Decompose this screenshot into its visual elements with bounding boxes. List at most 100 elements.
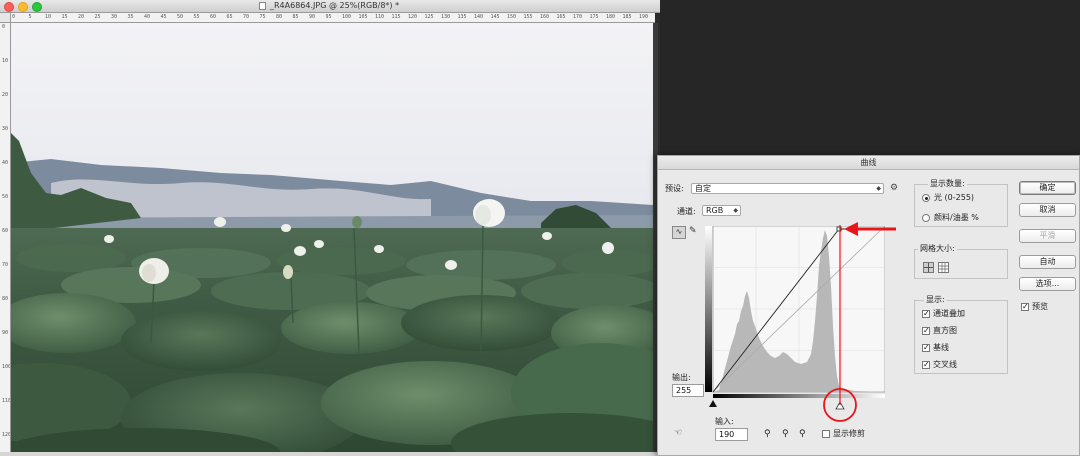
preset-options-gear-icon[interactable]: ⚙ <box>890 183 898 193</box>
white-point-eyedropper-icon[interactable]: ⚲ <box>799 429 806 439</box>
ruler-h-label: 130 <box>441 14 451 20</box>
ruler-origin[interactable] <box>0 13 11 23</box>
input-label: 输入: <box>715 417 734 426</box>
ruler-v-label: 20 <box>2 92 9 98</box>
ruler-v-label: 110 <box>2 398 11 404</box>
ruler-h-label: 170 <box>573 14 583 20</box>
output-field[interactable]: 255 <box>672 384 704 397</box>
output-label: 输出: <box>672 373 691 382</box>
ruler-v-label: 40 <box>2 160 9 166</box>
document-titlebar[interactable]: _R4A6864.JPG @ 25%(RGB/8*) * <box>0 0 660 13</box>
light-radio[interactable] <box>922 194 930 202</box>
ruler-v-label: 60 <box>2 228 9 234</box>
pigment-radio[interactable] <box>922 214 930 222</box>
ruler-h-label: 10 <box>45 14 52 20</box>
targeted-adjustment-icon[interactable]: ☜ <box>674 428 682 438</box>
pigment-option-label: 颜料/油墨 % <box>934 213 979 222</box>
ruler-h-label: 125 <box>424 14 434 20</box>
pencil-draw-icon[interactable]: ✎ <box>689 226 697 236</box>
ruler-h-label: 145 <box>490 14 500 20</box>
ruler-h-label: 180 <box>606 14 616 20</box>
preset-label: 预设: <box>665 184 684 193</box>
edit-points-curve-icon[interactable]: ∿ <box>672 226 686 239</box>
intersection-line-checkbox[interactable]: ✓ <box>922 361 930 369</box>
cancel-button[interactable]: 取消 <box>1019 203 1076 217</box>
ruler-h-label: 15 <box>61 14 68 20</box>
show-options-title: 显示: <box>924 295 947 305</box>
select-arrows-icon: ◆ <box>876 185 881 192</box>
input-field[interactable]: 190 <box>715 428 748 441</box>
zoom-window-button[interactable] <box>32 2 42 12</box>
ruler-h-label: 40 <box>144 14 151 20</box>
preset-select[interactable]: 自定 ◆ <box>691 183 884 194</box>
ruler-h-label: 95 <box>325 14 332 20</box>
grid-size-title: 网格大小: <box>918 244 957 254</box>
ruler-v-label: 80 <box>2 296 9 302</box>
preview-label: 预览 <box>1032 302 1048 311</box>
preset-value: 自定 <box>695 184 711 193</box>
ruler-h-label: 190 <box>639 14 649 20</box>
ruler-h-label: 160 <box>540 14 550 20</box>
ruler-h-label: 60 <box>210 14 217 20</box>
ruler-h-label: 85 <box>292 14 299 20</box>
channel-label: 通道: <box>677 207 696 216</box>
black-point-slider-icon[interactable] <box>709 400 717 407</box>
document-icon <box>259 2 266 10</box>
image-canvas[interactable] <box>11 23 653 452</box>
ruler-v-label: 50 <box>2 194 9 200</box>
ok-button[interactable]: 确定 <box>1019 181 1076 195</box>
ruler-h-label: 70 <box>243 14 250 20</box>
ruler-h-label: 0 <box>12 14 16 20</box>
simple-grid-icon[interactable] <box>923 262 934 273</box>
baseline-checkbox[interactable]: ✓ <box>922 344 930 352</box>
ruler-h-label: 135 <box>457 14 467 20</box>
baseline-label: 基线 <box>933 343 949 352</box>
red-annotation-overlay <box>823 222 896 422</box>
channel-overlay-checkbox[interactable]: ✓ <box>922 310 930 318</box>
gray-point-eyedropper-icon[interactable]: ⚲ <box>782 429 789 439</box>
detailed-grid-glyph <box>939 263 948 272</box>
ruler-h-label: 175 <box>589 14 599 20</box>
document-window: _R4A6864.JPG @ 25%(RGB/8*) * 0 5 10 15 20 25 3… <box>0 0 660 456</box>
ruler-h-label: 165 <box>556 14 566 20</box>
preview-checkbox[interactable]: ✓ <box>1021 303 1029 311</box>
auto-button[interactable]: 自动 <box>1019 255 1076 269</box>
ruler-v-label: 70 <box>2 262 9 268</box>
ruler-v-label: 100 <box>2 364 11 370</box>
ruler-v-label: 0 <box>2 24 6 30</box>
ruler-h-label: 115 <box>391 14 401 20</box>
channel-select[interactable]: RGB ◆ <box>702 205 741 216</box>
show-clipping-checkbox[interactable] <box>822 430 830 438</box>
horizontal-ruler[interactable]: 0 5 10 15 20 25 30 35 40 45 50 55 60 65 70 75 80 85 90 95 10… <box>10 13 655 23</box>
options-button[interactable]: 选项... <box>1019 277 1076 291</box>
ruler-h-label: 140 <box>474 14 484 20</box>
ruler-h-label: 45 <box>160 14 167 20</box>
ruler-h-label: 5 <box>28 14 32 20</box>
curves-dialog-titlebar[interactable]: 曲线 <box>658 156 1079 170</box>
detailed-grid-icon[interactable] <box>938 262 949 273</box>
close-window-button[interactable] <box>4 2 14 12</box>
ruler-h-label: 80 <box>276 14 283 20</box>
ruler-h-label: 100 <box>342 14 352 20</box>
minimize-window-button[interactable] <box>18 2 28 12</box>
channel-overlay-label: 通道叠加 <box>933 309 965 318</box>
ruler-v-label: 90 <box>2 330 9 336</box>
ruler-h-label: 20 <box>78 14 85 20</box>
ruler-v-label: 120 <box>2 432 11 438</box>
show-clipping-label: 显示修剪 <box>833 429 865 438</box>
black-point-eyedropper-icon[interactable]: ⚲ <box>764 429 771 439</box>
smooth-button[interactable]: 平滑 <box>1019 229 1076 243</box>
show-amount-title: 显示数量: <box>928 179 967 189</box>
vertical-ruler[interactable]: 0 10 20 30 40 50 60 70 80 90 100 110 120 <box>0 13 11 456</box>
histogram-checkbox[interactable]: ✓ <box>922 327 930 335</box>
ruler-h-label: 25 <box>94 14 101 20</box>
ruler-h-label: 110 <box>375 14 385 20</box>
ruler-v-label: 10 <box>2 58 9 64</box>
ruler-h-label: 120 <box>408 14 418 20</box>
ruler-h-label: 155 <box>523 14 533 20</box>
ruler-h-label: 65 <box>226 14 233 20</box>
annotation-arrow-icon <box>844 222 858 236</box>
simple-grid-glyph <box>924 263 933 272</box>
document-title: _R4A6864.JPG @ 25%(RGB/8*) * <box>270 1 400 10</box>
channel-value: RGB <box>706 206 724 215</box>
